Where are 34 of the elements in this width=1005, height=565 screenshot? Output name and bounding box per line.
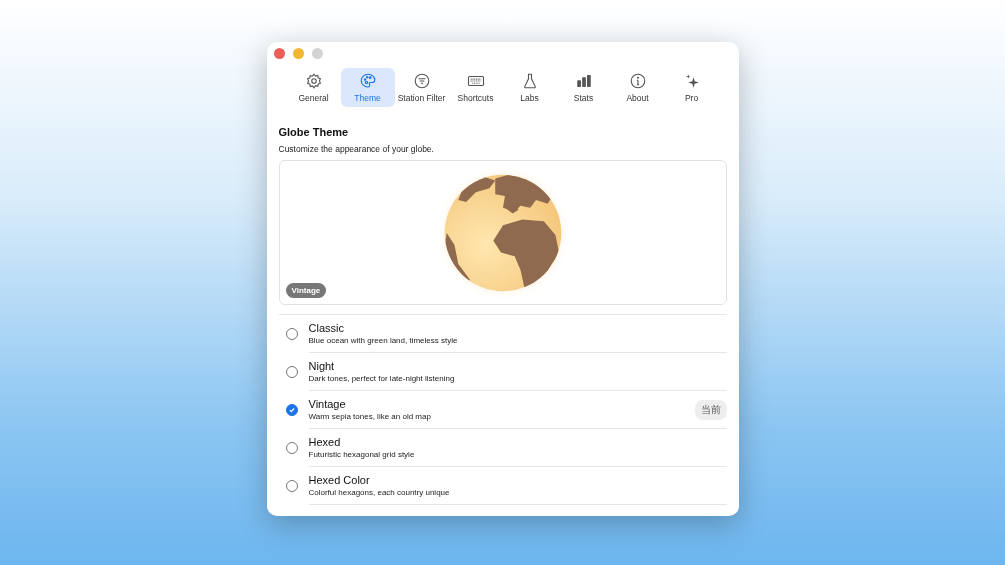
info-icon bbox=[628, 72, 647, 90]
list-circle-icon bbox=[412, 72, 431, 90]
theme-name: Vintage bbox=[308, 398, 347, 410]
theme-description: Blue ocean with green land, timeless style bbox=[308, 336, 459, 345]
theme-option[interactable]: Hexed Color Colorful hexagons, each country unique bbox=[308, 467, 727, 505]
theme-name: Night bbox=[308, 360, 336, 372]
toolbar-tab[interactable]: Stats bbox=[556, 68, 611, 107]
theme-badge: Vintage bbox=[285, 283, 327, 298]
gear-icon bbox=[304, 72, 323, 90]
current-badge: 当前 bbox=[694, 399, 727, 420]
theme-name: Hexed Color bbox=[308, 474, 371, 486]
theme-option[interactable]: Hexed Futuristic hexagonal grid style bbox=[308, 429, 727, 467]
theme-description: Warm sepia tones, like an old map bbox=[308, 412, 432, 421]
theme-name: Hexed bbox=[308, 436, 342, 448]
toolbar-tab[interactable]: Station Filter bbox=[394, 68, 449, 107]
theme-description: Dark tones, perfect for late-night listening bbox=[308, 374, 456, 383]
palette-icon bbox=[358, 72, 377, 90]
toolbar-tab[interactable]: Pro bbox=[664, 68, 719, 107]
theme-option[interactable]: Vintage Warm sepia tones, like an old map 当前 bbox=[308, 391, 727, 429]
toolbar-tab[interactable]: General bbox=[286, 68, 341, 107]
theme-option[interactable]: Classic Blue ocean with green land, timeless style bbox=[308, 315, 727, 353]
toolbar-tab[interactable]: Shortcuts bbox=[448, 68, 503, 107]
section-subtitle: Customize the appearance of your globe. bbox=[278, 144, 435, 154]
toolbar-tab[interactable]: Theme bbox=[340, 68, 395, 107]
close-button[interactable] bbox=[273, 48, 285, 59]
toolbar-tab[interactable]: Labs bbox=[502, 68, 557, 107]
theme-name: Classic bbox=[308, 322, 345, 334]
section-title: Globe Theme bbox=[278, 126, 350, 138]
radio-button[interactable] bbox=[285, 403, 298, 416]
bar-chart-icon bbox=[574, 72, 593, 90]
theme-option[interactable]: Night Dark tones, perfect for late-night listening bbox=[308, 353, 727, 391]
toolbar-tab[interactable]: About bbox=[610, 68, 665, 107]
theme-description: Colorful hexagons, each country unique bbox=[308, 488, 451, 497]
theme-description: Futuristic hexagonal grid style bbox=[308, 450, 416, 459]
